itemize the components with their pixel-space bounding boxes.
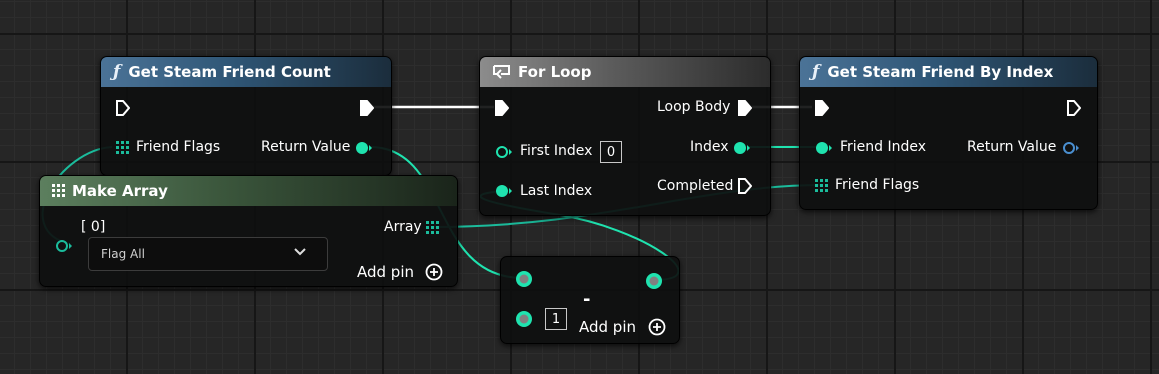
node-title: Get Steam Friend Count bbox=[128, 63, 331, 81]
node-header[interactable]: For Loop bbox=[480, 57, 770, 87]
node-title: Get Steam Friend By Index bbox=[827, 63, 1054, 81]
exec-in-pin[interactable] bbox=[116, 100, 130, 116]
return-value-label: Return Value bbox=[261, 139, 351, 155]
flag-dropdown[interactable]: Flag All bbox=[88, 237, 328, 271]
function-f-icon: ƒ bbox=[812, 62, 820, 82]
subtract-b-value[interactable]: 1 bbox=[545, 308, 567, 330]
get-steam-friend-by-index-node[interactable]: ƒ Get Steam Friend By Index Friend Index… bbox=[799, 56, 1098, 210]
first-index-label: First Index bbox=[520, 143, 593, 159]
function-f-icon: ƒ bbox=[113, 62, 121, 82]
friend-flags-label: Friend Flags bbox=[136, 139, 221, 155]
completed-label: Completed bbox=[657, 178, 734, 194]
array-out-pin[interactable] bbox=[426, 221, 440, 235]
flag-dropdown-value: Flag All bbox=[101, 247, 145, 261]
subtract-node[interactable]: - 1 Add pin bbox=[500, 256, 680, 344]
last-index-label: Last Index bbox=[520, 183, 593, 199]
first-index-value[interactable]: 0 bbox=[600, 141, 622, 163]
friend-flags-label: Friend Flags bbox=[835, 177, 920, 193]
make-array-node[interactable]: Make Array [ 0] Flag All Array Add pin bbox=[39, 175, 458, 287]
add-pin-plus-icon[interactable] bbox=[648, 318, 666, 336]
subtract-b-pin[interactable] bbox=[514, 309, 534, 329]
subtract-a-pin[interactable] bbox=[514, 269, 534, 289]
node-title: Make Array bbox=[72, 182, 168, 200]
node-title: For Loop bbox=[518, 63, 592, 81]
return-value-pin[interactable] bbox=[355, 140, 373, 156]
first-index-pin[interactable] bbox=[495, 144, 513, 160]
friend-flags-pin[interactable] bbox=[815, 179, 829, 193]
completed-exec-pin[interactable] bbox=[738, 178, 752, 194]
element-index-label: [ 0] bbox=[81, 219, 106, 235]
add-pin-label[interactable]: Add pin bbox=[357, 263, 414, 281]
friend-index-label: Friend Index bbox=[840, 139, 927, 155]
loop-body-label: Loop Body bbox=[657, 99, 731, 115]
array-label: Array bbox=[384, 219, 422, 235]
node-header[interactable]: ƒ Get Steam Friend By Index bbox=[800, 57, 1097, 87]
return-value-label: Return Value bbox=[967, 139, 1057, 155]
exec-in-pin[interactable] bbox=[495, 100, 509, 116]
exec-out-pin[interactable] bbox=[1067, 100, 1081, 116]
element-pin[interactable] bbox=[55, 238, 73, 254]
subtract-operator-label: - bbox=[583, 289, 591, 310]
chevron-down-icon bbox=[294, 248, 306, 256]
for-loop-node[interactable]: For Loop Loop Body First Index 0 Index L… bbox=[479, 56, 771, 216]
exec-in-pin[interactable] bbox=[815, 100, 829, 116]
last-index-pin[interactable] bbox=[495, 183, 513, 199]
add-pin-label[interactable]: Add pin bbox=[579, 318, 636, 336]
loop-body-exec-pin[interactable] bbox=[738, 100, 752, 116]
node-header[interactable]: Make Array bbox=[40, 176, 457, 206]
array-grid-icon bbox=[52, 184, 65, 197]
index-label: Index bbox=[690, 139, 729, 155]
subtract-result-pin[interactable] bbox=[644, 271, 664, 291]
return-value-pin[interactable] bbox=[1062, 140, 1080, 156]
friend-flags-pin[interactable] bbox=[116, 141, 130, 155]
add-pin-plus-icon[interactable] bbox=[425, 263, 443, 281]
get-steam-friend-count-node[interactable]: ƒ Get Steam Friend Count Friend Flags Re… bbox=[100, 56, 392, 176]
node-header[interactable]: ƒ Get Steam Friend Count bbox=[101, 57, 391, 87]
friend-index-pin[interactable] bbox=[815, 140, 833, 156]
index-pin[interactable] bbox=[733, 140, 751, 156]
exec-out-pin[interactable] bbox=[360, 100, 374, 116]
loop-icon bbox=[493, 65, 510, 79]
